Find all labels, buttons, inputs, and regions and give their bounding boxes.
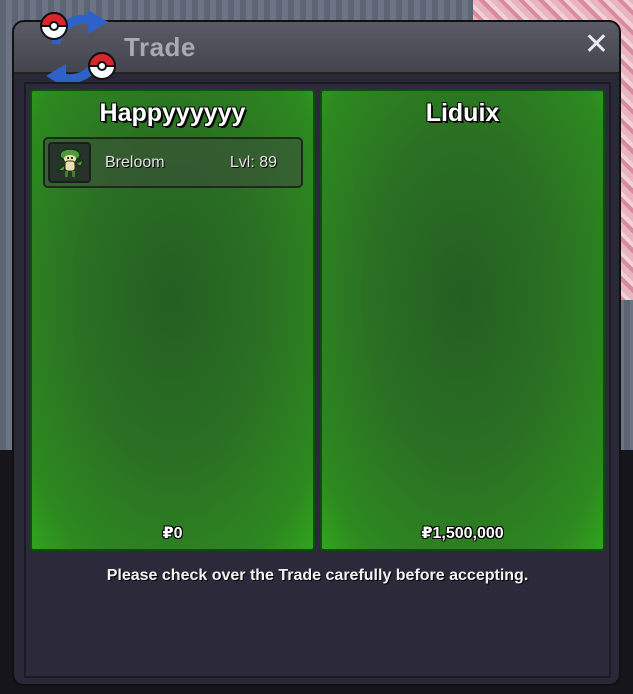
pokemon-level: Lvl: 89 xyxy=(229,154,277,171)
window-title: Trade xyxy=(124,32,196,62)
trade-instruction-text: Please check over the Trade carefully be… xyxy=(106,567,529,584)
player-offer-panel-left: Happyyyyyy Breloom Lvl: 89 ₽0 xyxy=(30,89,315,551)
breloom-sprite-icon xyxy=(48,142,91,183)
close-icon[interactable]: ✕ xyxy=(584,30,609,60)
offered-pokemon-slot[interactable]: Breloom Lvl: 89 xyxy=(43,137,303,188)
pokemon-name: Breloom xyxy=(105,154,165,171)
player-name-left: Happyyyyyy xyxy=(99,99,246,127)
player-offer-panel-right: Liduix ₽1,500,000 xyxy=(320,89,605,551)
player-name-right: Liduix xyxy=(425,99,500,127)
money-offer-right: ₽1,500,000 xyxy=(421,525,504,542)
money-offer-left: ₽0 xyxy=(162,525,183,542)
trade-window: Trade ✕ Happyyyyyy Breloom Lvl: 89 ₽0 Li… xyxy=(12,10,621,686)
trade-content: Happyyyyyy Breloom Lvl: 89 ₽0 Liduix ₽1,… xyxy=(24,82,611,678)
trade-exchange-icon xyxy=(39,10,117,88)
